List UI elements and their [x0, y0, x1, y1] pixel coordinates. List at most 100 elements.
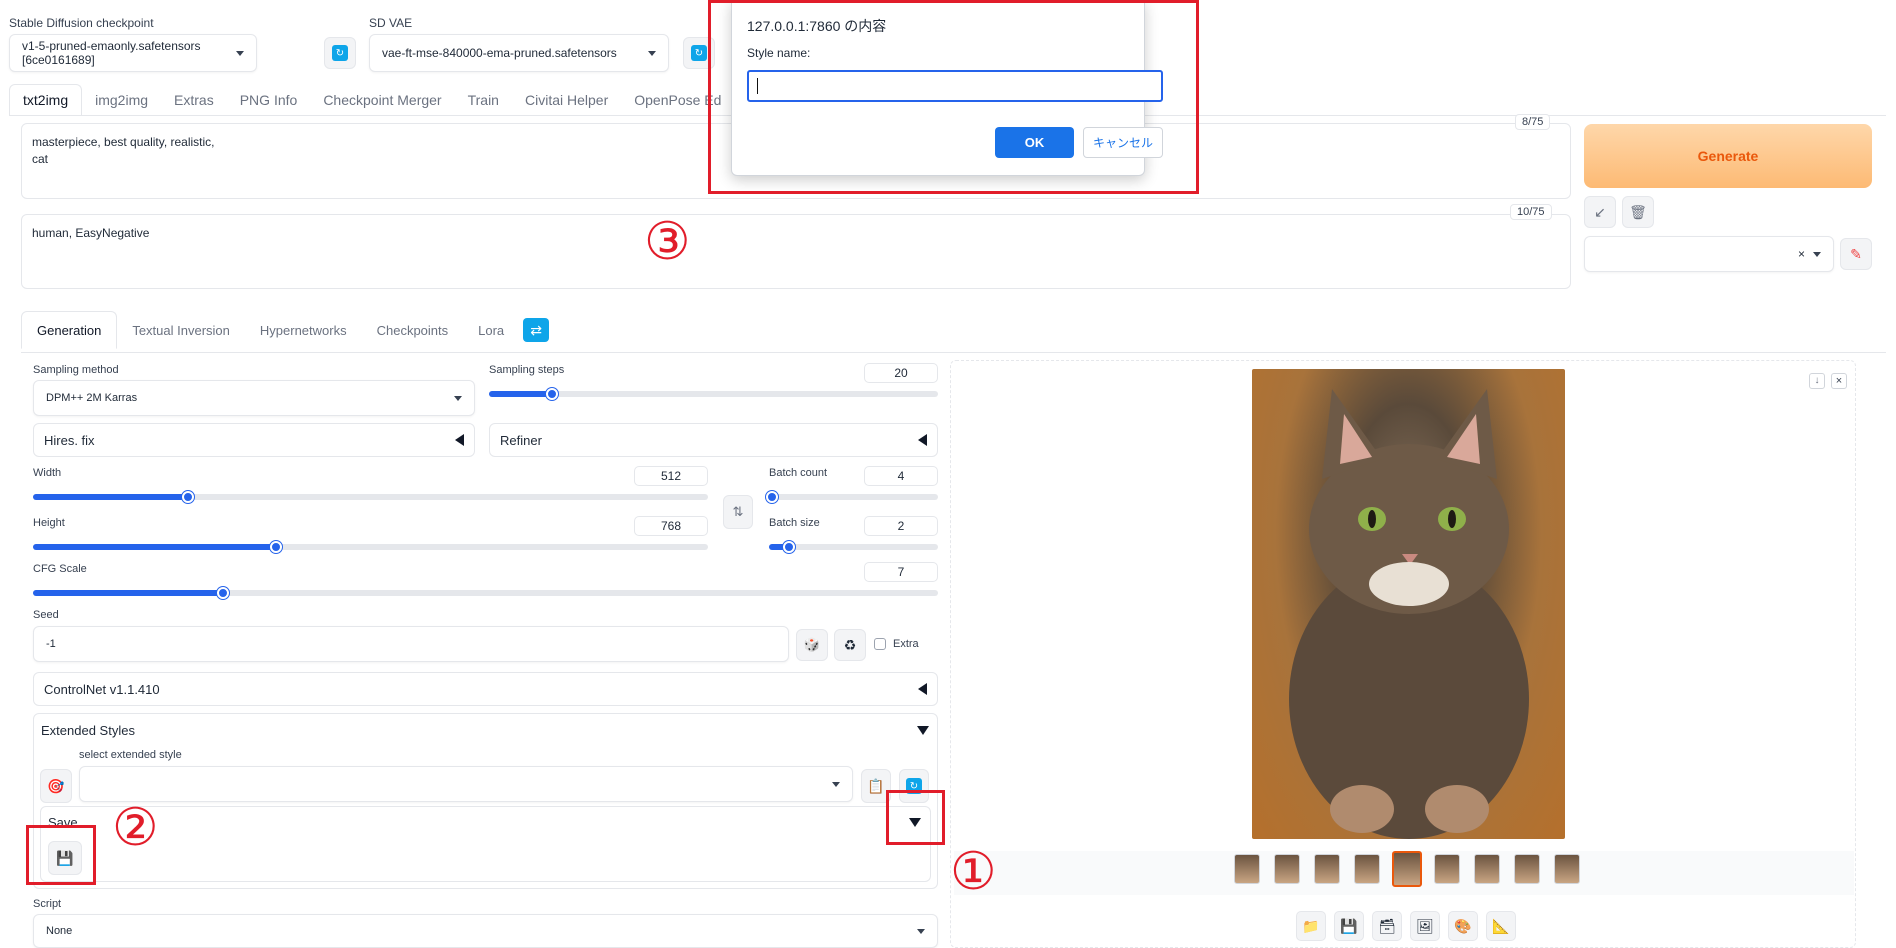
- gallery-thumbnail[interactable]: [1474, 854, 1500, 884]
- palette-icon: 🎨: [1454, 917, 1472, 934]
- slider-fill: [489, 391, 552, 397]
- height-input[interactable]: 768: [634, 516, 708, 536]
- gallery-thumbnail[interactable]: [1354, 854, 1380, 884]
- refiner-accordion[interactable]: Refiner: [489, 423, 938, 457]
- slider-fill: [33, 544, 276, 550]
- extended-styles-title[interactable]: Extended Styles: [41, 723, 135, 738]
- batch-size-slider[interactable]: [769, 541, 938, 553]
- width-input[interactable]: 512: [634, 466, 708, 486]
- batch-count-input[interactable]: 4: [864, 466, 938, 486]
- tab-lora[interactable]: Lora: [463, 311, 519, 349]
- refresh-extra-networks-button[interactable]: ⇄: [519, 311, 550, 349]
- subtabs-divider: [21, 352, 1886, 353]
- dice-icon: 🎲: [803, 637, 821, 652]
- tab-extras[interactable]: Extras: [161, 84, 227, 116]
- controlnet-accordion[interactable]: ControlNet v1.1.410: [33, 672, 938, 706]
- clear-prompt-button[interactable]: 🗑: [1622, 196, 1654, 228]
- folder-icon: 📁: [1302, 917, 1320, 934]
- collapse-triangle-icon: [918, 434, 927, 446]
- floppy-disk-icon: 💾: [1340, 917, 1358, 934]
- gallery-thumbnail[interactable]: [1274, 854, 1300, 884]
- sampling-method-select[interactable]: DPM++ 2M Karras: [33, 380, 475, 416]
- tab-textual-inversion[interactable]: Textual Inversion: [117, 311, 245, 349]
- target-style-button[interactable]: 🎯: [40, 769, 72, 803]
- tab-hypernetworks[interactable]: Hypernetworks: [245, 311, 362, 349]
- gallery-thumbnail[interactable]: [1234, 854, 1260, 884]
- slider-handle[interactable]: [545, 388, 558, 400]
- read-params-button[interactable]: ↙: [1584, 196, 1616, 228]
- extended-style-select[interactable]: [79, 766, 853, 802]
- styles-select[interactable]: ×: [1584, 236, 1834, 272]
- slider-fill: [33, 590, 224, 596]
- generate-button[interactable]: Generate: [1584, 124, 1872, 188]
- gallery-thumbnail[interactable]: [1514, 854, 1540, 884]
- expand-triangle-icon[interactable]: [917, 726, 929, 735]
- gallery-thumbnail[interactable]: [1554, 854, 1580, 884]
- slider-handle[interactable]: [783, 541, 796, 553]
- refiner-label: Refiner: [500, 432, 542, 448]
- batch-count-slider[interactable]: [766, 491, 938, 503]
- slider-handle[interactable]: [182, 491, 195, 503]
- tab-checkpoint-merger[interactable]: Checkpoint Merger: [310, 84, 454, 116]
- collapse-triangle-icon: [455, 434, 464, 446]
- send-to-img2img-button[interactable]: 🖼: [1410, 911, 1440, 941]
- refresh-icon: ⇄: [523, 318, 550, 342]
- slider-handle[interactable]: [766, 491, 779, 503]
- swap-icon: ⇅: [732, 504, 744, 519]
- tab-train[interactable]: Train: [455, 84, 512, 116]
- batch-size-input[interactable]: 2: [864, 516, 938, 536]
- tab-checkpoints[interactable]: Checkpoints: [362, 311, 464, 349]
- slider-handle[interactable]: [270, 541, 282, 553]
- seed-input[interactable]: -1: [33, 626, 789, 662]
- generated-image[interactable]: [1252, 369, 1565, 839]
- tab-png-info[interactable]: PNG Info: [227, 84, 311, 116]
- height-slider[interactable]: [33, 541, 708, 553]
- negative-token-count: 10/75: [1510, 204, 1552, 220]
- cfg-input[interactable]: 7: [864, 562, 938, 582]
- zip-button[interactable]: 🗃: [1372, 911, 1402, 941]
- hires-fix-accordion[interactable]: Hires. fix: [33, 423, 475, 457]
- chevron-down-icon: [236, 50, 244, 56]
- positive-token-count: 8/75: [1515, 114, 1551, 130]
- refresh-icon: ↻: [332, 45, 348, 61]
- seed-value: -1: [46, 638, 56, 650]
- send-to-extras-button[interactable]: 📐: [1486, 911, 1516, 941]
- steps-input[interactable]: 20: [864, 363, 938, 383]
- reuse-seed-button[interactable]: ♻: [834, 629, 866, 661]
- save-image-button[interactable]: 💾: [1334, 911, 1364, 941]
- negative-prompt[interactable]: human, EasyNegative: [21, 214, 1571, 289]
- width-slider[interactable]: [33, 491, 708, 503]
- checkpoint-select[interactable]: v1-5-pruned-emaonly.safetensors [6ce0161…: [9, 34, 257, 72]
- refresh-checkpoint-button[interactable]: ↻: [324, 37, 356, 69]
- slider-handle[interactable]: [217, 587, 230, 599]
- batch-count-label: Batch count: [769, 467, 828, 479]
- download-icon[interactable]: ↓: [1809, 373, 1825, 389]
- brush-icon: ✎: [1850, 245, 1862, 262]
- select-extended-style-label: select extended style: [79, 749, 182, 761]
- close-icon[interactable]: ×: [1831, 373, 1847, 389]
- sampling-method-value: DPM++ 2M Karras: [46, 392, 138, 404]
- chevron-down-icon: [648, 50, 656, 56]
- extra-checkbox[interactable]: [874, 638, 886, 650]
- archive-icon: 🗃: [1378, 917, 1396, 934]
- script-select[interactable]: None: [33, 914, 938, 948]
- gallery-thumbnail[interactable]: [1314, 854, 1340, 884]
- tab-generation[interactable]: Generation: [21, 311, 118, 349]
- tab-civitai-helper[interactable]: Civitai Helper: [512, 84, 621, 116]
- chevron-down-icon: [917, 928, 925, 934]
- gallery-thumbnail[interactable]: [1434, 854, 1460, 884]
- collapse-triangle-icon: [918, 683, 927, 695]
- random-seed-button[interactable]: 🎲: [796, 629, 828, 661]
- open-folder-button[interactable]: 📁: [1296, 911, 1326, 941]
- tab-img2img[interactable]: img2img: [82, 84, 161, 116]
- controlnet-label: ControlNet v1.1.410: [44, 681, 160, 697]
- vae-select[interactable]: vae-ft-mse-840000-ema-pruned.safetensors: [369, 34, 669, 72]
- apply-style-button[interactable]: ✎: [1840, 238, 1872, 270]
- swap-dimensions-button[interactable]: ⇅: [723, 495, 753, 529]
- gallery-thumbnail-selected[interactable]: [1392, 851, 1422, 887]
- send-to-inpaint-button[interactable]: 🎨: [1448, 911, 1478, 941]
- batch-size-label: Batch size: [769, 517, 820, 529]
- cfg-slider[interactable]: [33, 587, 938, 599]
- steps-slider[interactable]: [489, 388, 938, 400]
- tab-txt2img[interactable]: txt2img: [9, 84, 83, 116]
